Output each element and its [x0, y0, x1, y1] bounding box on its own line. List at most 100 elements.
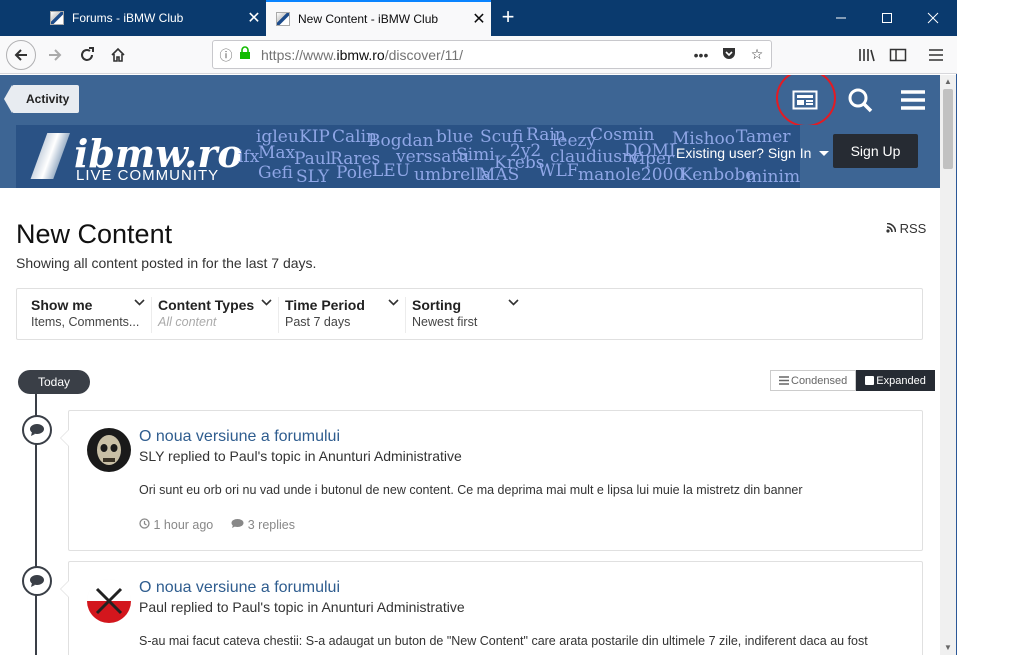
post-snippet: S-au mai facut cateva chestii: S-a adaug… — [139, 634, 868, 648]
filter-value: Newest first — [412, 315, 478, 329]
hamburger-icon — [929, 49, 943, 61]
page-actions-icon[interactable]: ••• — [687, 47, 715, 63]
nick-13: Max — [258, 143, 296, 163]
nick-17: Simi — [456, 145, 495, 165]
caret-down-icon — [819, 151, 830, 156]
nick-24: Pole — [336, 163, 373, 183]
filter-title: Content Types — [158, 297, 255, 313]
nick-30: manole2000 — [578, 165, 685, 185]
bookmark-star-icon[interactable]: ☆ — [743, 46, 771, 63]
rss-icon — [886, 222, 897, 233]
nick-28: Krebs — [494, 153, 545, 173]
menu-button[interactable] — [921, 40, 951, 70]
minimize-icon — [836, 17, 846, 19]
filter-title: Sorting — [412, 297, 461, 313]
post-replies: 3 replies — [231, 518, 295, 532]
sign-in-label: Existing user? Sign In — [676, 145, 812, 161]
tab-close-icon[interactable]: ✕ — [242, 8, 266, 28]
activity-card: O noua versiune a forumului SLY replied … — [60, 410, 923, 551]
nick-25: LEU — [372, 161, 411, 181]
scroll-up-icon[interactable]: ▲ — [940, 75, 956, 89]
post-time: 1 hour ago — [139, 518, 213, 532]
address-bar[interactable]: ⓘ https://www.ibmw.ro/discover/11/ ••• ☆ — [212, 40, 772, 69]
comment-node-icon — [22, 566, 52, 596]
ibmw-favicon-icon — [276, 12, 290, 26]
activity-button[interactable]: Activity — [3, 85, 80, 113]
filter-value: All content — [158, 315, 217, 329]
annotation-circle — [776, 75, 836, 127]
pocket-icon[interactable] — [715, 46, 743, 63]
ibmw-favicon-icon — [50, 11, 64, 25]
close-icon — [927, 12, 939, 24]
nick-31: Kenbobo — [680, 165, 756, 185]
post-meta: Paul replied to Paul's topic in Anunturi… — [139, 599, 465, 615]
tab-strip: Forums - iBMW Club ✕ New Content - iBMW … — [0, 0, 957, 36]
site-menu-button[interactable] — [898, 85, 928, 115]
maximize-icon — [882, 13, 892, 23]
ibmw-logo-icon — [30, 133, 70, 179]
home-button[interactable] — [103, 40, 133, 70]
lock-icon[interactable] — [239, 46, 257, 63]
minimize-button[interactable] — [818, 0, 864, 36]
rss-label: RSS — [899, 221, 927, 236]
avatar[interactable] — [87, 579, 131, 623]
url-text[interactable]: https://www.ibmw.ro/discover/11/ — [257, 47, 687, 63]
filter-sorting[interactable]: Sorting Newest first — [398, 297, 525, 333]
filter-content-types[interactable]: Content Types All content — [144, 297, 279, 333]
filter-bar: Show me Items, Comments... Content Types… — [16, 288, 923, 340]
tab-forums[interactable]: Forums - iBMW Club ✕ — [40, 0, 266, 36]
window-close-button[interactable] — [910, 0, 956, 36]
tab-new-content[interactable]: New Content - iBMW Club ✕ — [266, 0, 491, 36]
reload-icon — [81, 47, 94, 61]
list-icon — [779, 376, 789, 385]
library-button[interactable] — [852, 40, 882, 70]
square-icon — [865, 376, 875, 385]
nick-12: ifx — [238, 147, 260, 167]
post-stats: 1 hour ago 3 replies — [139, 518, 295, 532]
page-viewport: Activity ibmw.ro LIVE COMMUNITY igleu KI… — [0, 75, 940, 655]
new-tab-button[interactable]: + — [494, 4, 522, 32]
nick-23: SLY — [296, 167, 330, 187]
nick-22: Gefi — [258, 163, 293, 183]
post-meta: SLY replied to Paul's topic in Anunturi … — [139, 448, 462, 464]
sidebar-button[interactable] — [883, 40, 913, 70]
condensed-label: Condensed — [791, 374, 848, 387]
post-title-link[interactable]: O noua versiune a forumului — [139, 428, 340, 446]
rss-link[interactable]: RSS — [886, 221, 926, 236]
home-icon — [111, 47, 125, 62]
post-snippet: Ori sunt eu orb ori nu vad unde i butonu… — [139, 483, 803, 497]
library-icon — [859, 49, 875, 62]
search-button[interactable] — [845, 85, 875, 115]
tab-close-icon[interactable]: ✕ — [467, 9, 491, 29]
hamburger-icon — [901, 90, 925, 110]
tab-title: New Content - iBMW Club — [298, 12, 439, 26]
maximize-button[interactable] — [864, 0, 910, 36]
sign-up-button[interactable]: Sign Up — [833, 134, 918, 168]
page-scrollbar[interactable]: ▲ ▼ — [940, 75, 956, 655]
nick-32: minima — [746, 167, 800, 187]
reload-button[interactable] — [72, 40, 102, 70]
filter-time-period[interactable]: Time Period Past 7 days — [271, 297, 406, 333]
nick-2: KIP — [299, 127, 330, 147]
tab-title: Forums - iBMW Club — [72, 11, 184, 25]
scroll-down-icon[interactable]: ▼ — [940, 641, 956, 655]
expanded-view-button[interactable]: Expanded — [856, 370, 935, 391]
site-banner: ibmw.ro LIVE COMMUNITY igleu KIP Calin B… — [0, 125, 940, 188]
avatar[interactable] — [87, 428, 131, 472]
sidebar-icon — [889, 48, 907, 62]
clock-icon — [139, 518, 150, 529]
post-title-link[interactable]: O noua versiune a forumului — [139, 579, 340, 597]
condensed-view-button[interactable]: Condensed — [770, 370, 857, 391]
comment-icon — [231, 519, 244, 528]
browser-window: Forums - iBMW Club ✕ New Content - iBMW … — [0, 0, 957, 655]
info-icon[interactable]: ⓘ — [213, 45, 239, 64]
back-button[interactable] — [6, 40, 36, 70]
nick-5: blue — [436, 127, 474, 147]
sign-in-link[interactable]: Existing user? Sign In — [676, 145, 830, 161]
nick-11: Tamer — [736, 127, 791, 147]
forward-button[interactable] — [40, 40, 70, 70]
scroll-thumb[interactable] — [943, 89, 953, 169]
filter-show-me[interactable]: Show me Items, Comments... — [17, 297, 152, 333]
filter-value: Past 7 days — [285, 315, 351, 329]
view-toggle: Condensed Expanded — [770, 370, 935, 391]
